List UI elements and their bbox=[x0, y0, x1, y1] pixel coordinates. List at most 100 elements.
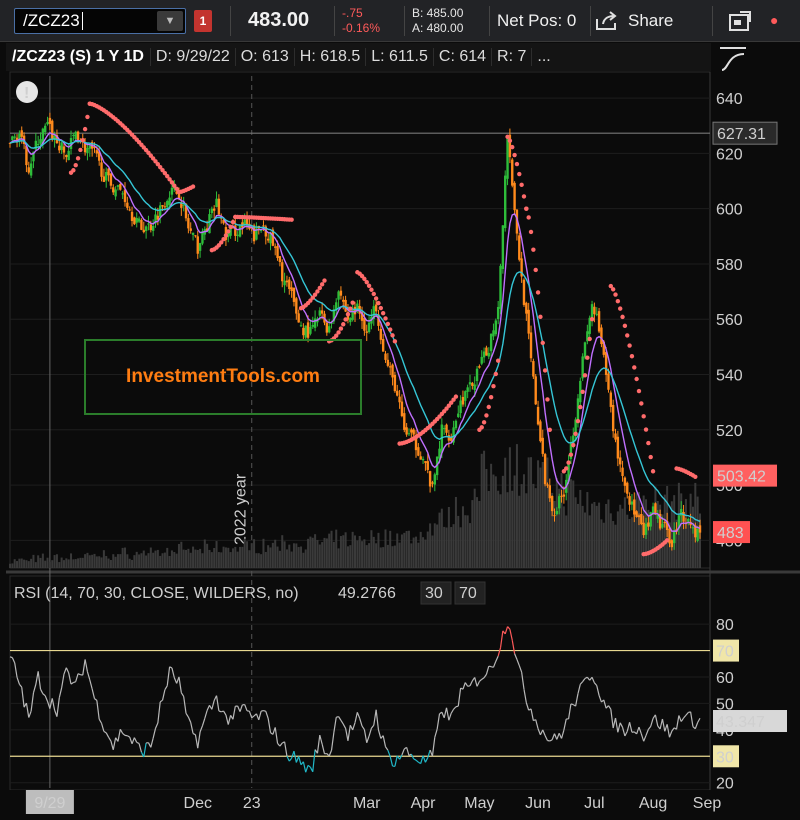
candle-body bbox=[400, 401, 404, 417]
candle-body bbox=[72, 134, 75, 136]
candle-body bbox=[473, 384, 476, 390]
volume-bar bbox=[454, 496, 457, 568]
volume-bar bbox=[466, 515, 469, 568]
volume-bar bbox=[288, 544, 291, 568]
candle-body bbox=[102, 176, 106, 182]
candle-body bbox=[128, 209, 131, 211]
volume-bar bbox=[105, 556, 108, 568]
volume-bar bbox=[351, 531, 354, 568]
volume-bar bbox=[490, 463, 493, 568]
watermark-box: InvestmentTools.com bbox=[84, 339, 362, 415]
x-axis-bar bbox=[0, 790, 800, 820]
candle-body bbox=[189, 228, 192, 231]
candle-body bbox=[276, 246, 279, 259]
volume-bar bbox=[51, 560, 54, 568]
volume-bar bbox=[206, 543, 209, 568]
volume-bar bbox=[555, 478, 558, 568]
volume-bar bbox=[53, 555, 56, 568]
volume-bar bbox=[579, 489, 582, 568]
volume-bar bbox=[91, 554, 94, 568]
candle-body bbox=[511, 159, 514, 186]
candle-body bbox=[548, 485, 551, 499]
volume-bar bbox=[445, 527, 448, 568]
candle-body bbox=[236, 234, 239, 236]
volume-bar bbox=[213, 547, 216, 568]
sar-dot bbox=[589, 317, 595, 322]
volume-bar bbox=[391, 546, 394, 568]
sar-dot bbox=[585, 355, 590, 360]
sar-dot bbox=[571, 442, 576, 448]
candle-body bbox=[445, 424, 448, 433]
volume-bar bbox=[147, 553, 150, 568]
candle-body bbox=[62, 146, 66, 153]
volume-bar bbox=[623, 497, 626, 568]
volume-bar bbox=[429, 523, 432, 568]
candle-body bbox=[635, 511, 638, 518]
volume-bar bbox=[217, 552, 220, 568]
volume-bar bbox=[145, 555, 148, 568]
candle-body bbox=[114, 189, 117, 197]
candle-body bbox=[682, 511, 685, 522]
price-tick-label: 580 bbox=[716, 257, 743, 274]
candle-body bbox=[405, 427, 408, 435]
volume-bar bbox=[210, 552, 213, 568]
volume-bar bbox=[11, 563, 14, 568]
volume-bar bbox=[9, 563, 11, 568]
candle-body bbox=[281, 262, 284, 282]
volume-bar bbox=[621, 508, 624, 568]
volume-bar bbox=[384, 529, 387, 568]
sar-dot bbox=[519, 182, 524, 188]
volume-bar bbox=[285, 549, 288, 568]
volume-bar bbox=[541, 462, 544, 568]
candle-body bbox=[39, 139, 42, 144]
sar-dot bbox=[366, 283, 372, 289]
volume-bar bbox=[443, 526, 446, 568]
volume-bar bbox=[403, 532, 406, 568]
volume-bar bbox=[419, 531, 422, 568]
sar-dot bbox=[582, 373, 588, 378]
volume-bar bbox=[168, 555, 171, 568]
sar-dot bbox=[383, 316, 388, 321]
sar-dot bbox=[486, 404, 491, 410]
volume-bar bbox=[290, 551, 293, 568]
sar-dot bbox=[82, 126, 88, 132]
sar-dot bbox=[481, 420, 487, 425]
volume-bar bbox=[25, 560, 28, 568]
candle-body bbox=[46, 122, 49, 125]
sar-dot bbox=[230, 219, 236, 225]
sar-dot bbox=[650, 469, 656, 474]
volume-bar bbox=[241, 546, 244, 568]
volume-bar bbox=[339, 536, 342, 568]
volume-bar bbox=[377, 532, 380, 568]
volume-bar bbox=[278, 550, 281, 568]
candle-body bbox=[88, 145, 91, 149]
volume-bar bbox=[86, 552, 89, 568]
volume-bar bbox=[309, 536, 312, 568]
volume-bar bbox=[300, 546, 303, 568]
volume-bar bbox=[95, 556, 98, 568]
volume-bar bbox=[246, 541, 249, 568]
sar-dot bbox=[341, 322, 346, 327]
volume-bar bbox=[349, 545, 352, 568]
volume-bar bbox=[513, 475, 516, 568]
sar-dot bbox=[643, 427, 649, 432]
volume-bar bbox=[271, 542, 274, 568]
sar-dot bbox=[627, 343, 632, 348]
volume-bar bbox=[569, 479, 572, 568]
candle-body bbox=[396, 390, 399, 396]
candle-body bbox=[471, 382, 474, 386]
candle-body bbox=[309, 326, 312, 334]
volume-bar bbox=[515, 444, 518, 568]
candle-body bbox=[161, 205, 164, 207]
volume-bar bbox=[626, 514, 629, 568]
volume-bar bbox=[539, 467, 542, 568]
volume-bar bbox=[480, 453, 483, 568]
sar-dot bbox=[385, 321, 391, 327]
candle-body bbox=[130, 211, 134, 222]
sar-dot bbox=[634, 376, 639, 382]
volume-bar bbox=[440, 508, 443, 568]
candle-body bbox=[142, 229, 145, 233]
volume-bar bbox=[469, 523, 471, 568]
volume-bar bbox=[476, 497, 479, 568]
volume-bar bbox=[16, 561, 19, 568]
